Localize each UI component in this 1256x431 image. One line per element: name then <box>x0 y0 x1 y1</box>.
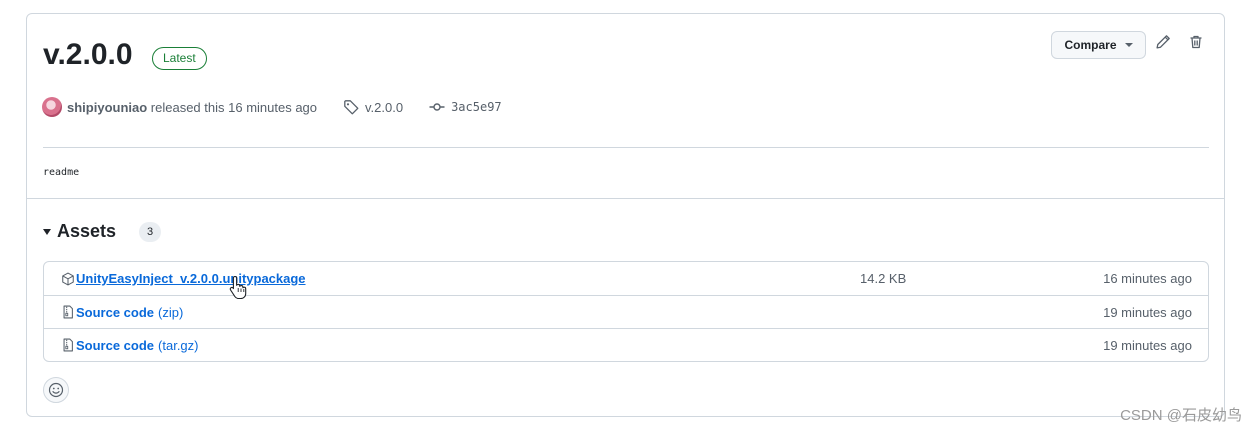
asset-row: Source code (zip) 19 minutes ago <box>44 295 1208 328</box>
tag-label: v.2.0.0 <box>365 99 404 115</box>
asset-link[interactable]: Source code <box>76 305 154 320</box>
release-header: v.2.0.0 Latest Compare shipiyouniao rele… <box>27 14 1224 198</box>
asset-row: Source code (tar.gz) 19 minutes ago <box>44 328 1208 361</box>
smiley-icon <box>48 382 64 398</box>
add-reaction-button[interactable] <box>43 377 69 403</box>
watermark: CSDN @石皮幼鸟 <box>1120 407 1242 424</box>
chevron-down-icon <box>1124 43 1133 47</box>
asset-list: UnityEasyInject_v.2.0.0.unitypackage 14.… <box>43 261 1209 362</box>
release-body: readme <box>43 167 80 178</box>
pencil-icon[interactable] <box>1154 33 1172 51</box>
release-meta: shipiyouniao released this 16 minutes ag… <box>42 96 502 118</box>
released-text: released this 16 minutes ago <box>150 99 318 115</box>
latest-badge: Latest <box>152 47 207 70</box>
asset-link[interactable]: Source code <box>76 338 154 353</box>
commit-sha: 3ac5e97 <box>451 100 502 114</box>
asset-time: 19 minutes ago <box>1103 337 1192 353</box>
tag-link[interactable]: v.2.0.0 <box>343 99 403 115</box>
caret-down-icon <box>43 228 51 235</box>
trash-icon[interactable] <box>1187 33 1205 51</box>
divider <box>43 147 1209 148</box>
file-zip-icon <box>60 305 75 320</box>
asset-row: UnityEasyInject_v.2.0.0.unitypackage 14.… <box>44 262 1208 295</box>
asset-suffix[interactable]: (zip) <box>158 305 183 320</box>
assets-section: Assets 3 UnityEasyInject_v.2.0.0.unitypa… <box>27 198 1224 417</box>
asset-suffix[interactable]: (tar.gz) <box>158 338 198 353</box>
commit-link[interactable]: 3ac5e97 <box>429 99 502 115</box>
package-icon <box>60 271 75 286</box>
assets-toggle[interactable]: Assets 3 <box>43 221 162 242</box>
hand-cursor-icon <box>229 275 247 299</box>
release-title[interactable]: v.2.0.0 <box>43 38 133 72</box>
author-link[interactable]: shipiyouniao <box>67 100 147 115</box>
compare-label: Compare <box>1064 38 1117 52</box>
release-card: v.2.0.0 Latest Compare shipiyouniao rele… <box>26 13 1225 417</box>
compare-button[interactable]: Compare <box>1051 31 1146 59</box>
asset-time: 16 minutes ago <box>1103 271 1192 286</box>
file-zip-icon <box>60 338 75 353</box>
asset-time: 19 minutes ago <box>1103 304 1192 320</box>
assets-title: Assets <box>57 221 117 241</box>
commit-icon <box>429 103 445 111</box>
avatar[interactable] <box>42 97 62 117</box>
tag-icon <box>344 100 359 115</box>
asset-size: 14.2 KB <box>860 271 907 286</box>
assets-count-badge: 3 <box>139 221 162 242</box>
asset-link[interactable]: UnityEasyInject_v.2.0.0.unitypackage <box>76 271 306 286</box>
